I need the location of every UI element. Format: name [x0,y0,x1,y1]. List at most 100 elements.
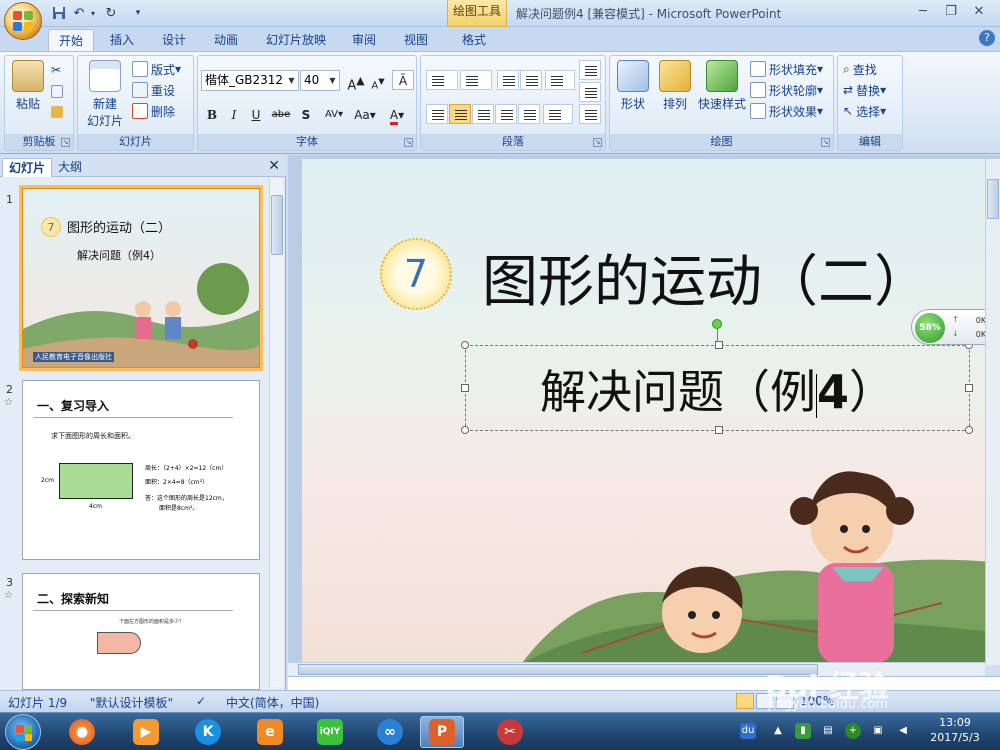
font-color-button[interactable]: A▾ [382,104,412,125]
taskbar-app-5[interactable]: iQIY [308,716,352,748]
align-center-button[interactable] [449,104,471,124]
close-pane-icon[interactable]: ✕ [268,158,280,174]
security-icon[interactable]: + [845,723,861,739]
drawing-launcher-icon[interactable]: ↘ [821,138,830,147]
redo-icon[interactable]: ↻ [102,4,120,22]
slide-thumbnail-2[interactable]: 一、复习导入 求下面图形的周长和面积。 2cm 4cm 周长：（2+4）×2=1… [22,380,260,560]
tab-slideshow[interactable]: 幻灯片放映 [256,29,336,51]
italic-button[interactable]: I [223,104,245,124]
tab-view[interactable]: 视图 [394,29,438,51]
numbering-button[interactable] [460,70,492,90]
shape-fill-button[interactable]: 形状填充 ▾ [750,59,823,79]
chapter-badge[interactable]: 7 [380,238,452,310]
taskbar-app-3[interactable]: K [186,716,230,748]
office-button[interactable] [4,2,42,40]
align-left-button[interactable] [426,104,448,124]
justify-button[interactable] [495,104,517,124]
slides-pane-scrollbar[interactable] [269,179,283,687]
language-indicator[interactable]: 中文(简体，中国) [226,694,319,711]
layout-button[interactable]: 版式 ▾ [132,59,181,79]
shapes-button[interactable]: 形状 [614,60,652,112]
drawing-tools-context-tab[interactable]: 绘图工具 [447,0,507,27]
tab-animation[interactable]: 动画 [204,29,248,51]
new-slide-button[interactable]: 新建 幻灯片 [82,60,128,129]
replace-button[interactable]: ⇄ 替换 ▾ [843,80,886,100]
start-button[interactable] [5,714,41,750]
customize-qat-icon[interactable]: ▾ [132,4,144,22]
paragraph-launcher-icon[interactable]: ↘ [593,138,602,147]
display-icon[interactable]: ▣ [870,723,886,739]
baidu-ime-icon[interactable]: du [740,723,756,739]
shadow-button[interactable]: S [295,104,317,124]
resize-handle[interactable] [461,426,469,434]
copy-button[interactable] [51,81,66,101]
shape-outline-button[interactable]: 形状轮廓 ▾ [750,80,823,100]
slide-thumbnail-3[interactable]: 二、探索新知 下面左方图形的面积是多少？ [22,573,260,690]
distribute-button[interactable] [518,104,540,124]
resize-handle[interactable] [715,426,723,434]
help-icon[interactable]: ? [979,30,995,46]
slide-thumbnail-1[interactable]: 7 图形的运动（二） 解决问题（例4） 人民教育电子音像出版社 [19,185,263,371]
tray-arrow-icon[interactable]: ▲ [770,723,786,739]
resize-handle[interactable] [715,341,723,349]
grow-font-button[interactable]: A▲ [345,70,367,93]
paste-button[interactable]: 粘贴 [11,60,45,112]
taskbar-app-2[interactable]: ▶ [124,716,168,748]
align-text-button[interactable] [579,82,601,102]
restore-icon[interactable]: ❐ [938,3,964,23]
network-icon[interactable]: ▤ [820,723,836,739]
minimize-icon[interactable]: ─ [910,3,936,23]
close-icon[interactable]: ✕ [966,3,992,23]
scrollbar-thumb[interactable] [987,179,999,219]
volume-icon[interactable]: ◀ [895,723,911,739]
subtitle-textbox[interactable]: 解决问题（例4） [461,341,973,434]
resize-handle[interactable] [965,384,973,392]
char-spacing-button[interactable]: AV▾ [318,104,350,124]
taskbar-app-4[interactable]: e [248,716,292,748]
rotation-handle[interactable] [712,319,722,329]
slide-subtitle[interactable]: 解决问题（例4） [466,356,969,422]
shape-effects-button[interactable]: 形状效果 ▾ [750,101,823,121]
bold-button[interactable]: B [201,104,223,124]
scrollbar-thumb[interactable] [271,195,283,255]
save-icon[interactable] [50,4,68,22]
taskbar-app-6[interactable]: ∞ [368,716,412,748]
tab-outline[interactable]: 大纲 [52,158,88,177]
columns-button[interactable] [543,104,573,124]
taskbar-app-powerpoint[interactable]: P [420,716,464,748]
battery-icon[interactable]: ▮ [795,723,811,739]
normal-view-button[interactable] [736,693,754,709]
underline-button[interactable]: U [245,104,267,124]
font-name-combo[interactable]: 楷体_GB2312 ▼ [201,70,299,91]
smartart-button[interactable] [579,104,601,124]
decrease-indent-button[interactable] [497,70,519,90]
scrollbar-thumb[interactable] [298,664,818,675]
slide-title[interactable]: 图形的运动（二） [482,237,930,318]
change-case-button[interactable]: Aa▾ [350,104,380,124]
undo-dropdown-icon[interactable]: ▾ [88,4,98,22]
resize-handle[interactable] [461,341,469,349]
vertical-scrollbar[interactable] [985,159,1000,665]
format-painter-button[interactable] [51,102,66,122]
notes-pane[interactable] [288,676,1000,690]
find-button[interactable]: ⌕ 查找 [843,59,877,79]
shrink-font-button[interactable]: A▼ [367,70,389,91]
slide-canvas[interactable]: 7 图形的运动（二） 解决问题（例4） [302,159,1000,663]
strikethrough-button[interactable]: abe [268,104,294,124]
resize-handle[interactable] [461,384,469,392]
undo-icon[interactable]: ↶ [70,4,88,22]
align-right-button[interactable] [472,104,494,124]
clear-format-button[interactable]: Ā [392,70,414,90]
tab-format[interactable]: 格式 [452,29,496,51]
resize-handle[interactable] [965,426,973,434]
font-size-combo[interactable]: 40 ▼ [300,70,340,91]
tab-home[interactable]: 开始 [48,29,95,51]
font-launcher-icon[interactable]: ↘ [404,138,413,147]
tab-slides[interactable]: 幻灯片 [2,158,53,177]
line-spacing-button[interactable] [545,70,575,90]
increase-indent-button[interactable] [520,70,542,90]
spellcheck-icon[interactable]: ✓ [196,694,206,708]
clipboard-launcher-icon[interactable]: ↘ [61,138,70,147]
tab-review[interactable]: 审阅 [342,29,386,51]
bullets-button[interactable] [426,70,458,90]
